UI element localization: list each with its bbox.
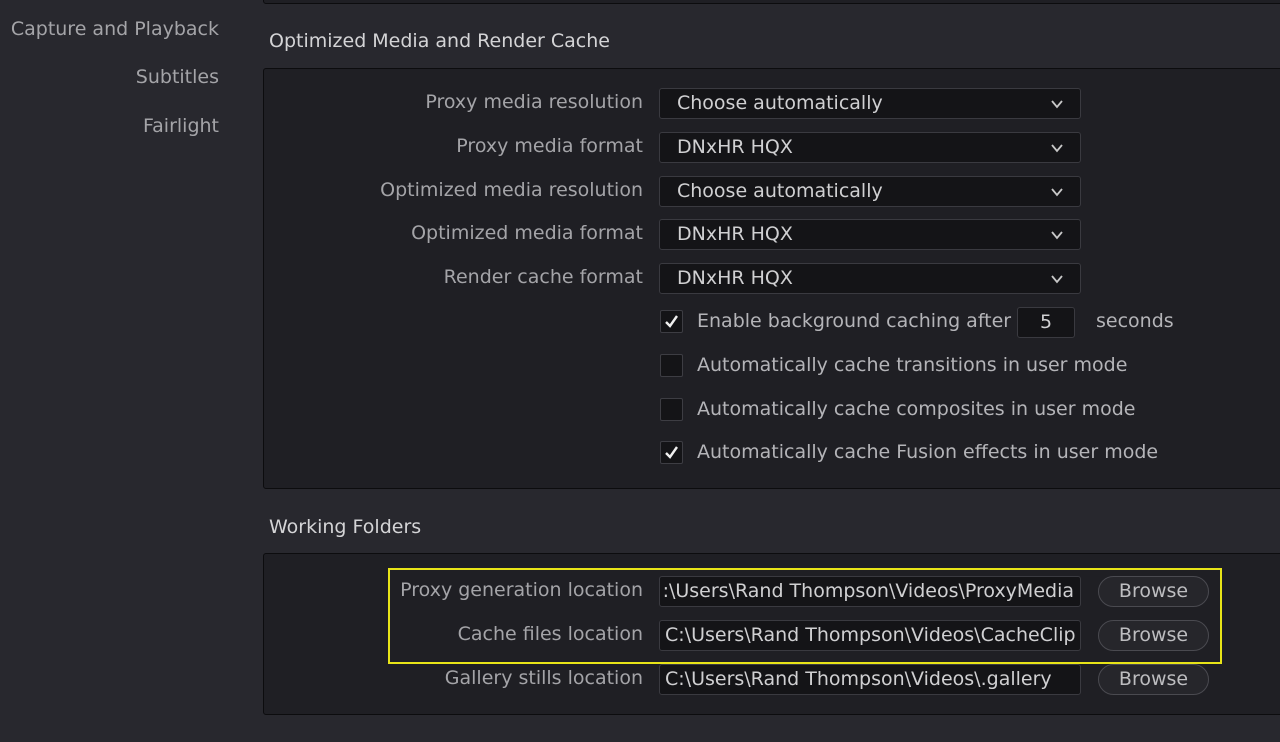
chevron-down-icon <box>1051 231 1063 240</box>
section-title-working-folders: Working Folders <box>269 516 422 538</box>
cache-transitions-label: Automatically cache transitions in user … <box>697 354 1128 376</box>
previous-panel-edge <box>263 0 1280 4</box>
checkmark-icon <box>665 315 678 328</box>
proxy-generation-location-field[interactable]: :\Users\Rand Thompson\Videos\ProxyMedia <box>659 576 1081 607</box>
render-cache-format-label: Render cache format <box>443 266 643 288</box>
gallery-stills-location-label: Gallery stills location <box>444 667 643 689</box>
chevron-down-icon <box>1051 144 1063 153</box>
dropdown-value: DNxHR HQX <box>677 267 793 289</box>
proxy-media-format-dropdown[interactable]: DNxHR HQX <box>659 132 1081 163</box>
dropdown-value: DNxHR HQX <box>677 223 793 245</box>
checkmark-icon <box>665 446 678 459</box>
sidebar-item-capture-and-playback[interactable]: Capture and Playback <box>11 18 219 40</box>
chevron-down-icon <box>1051 275 1063 284</box>
optimized-media-format-dropdown[interactable]: DNxHR HQX <box>659 219 1081 250</box>
proxy-media-resolution-dropdown[interactable]: Choose automatically <box>659 88 1081 119</box>
dropdown-value: Choose automatically <box>677 92 883 114</box>
path-value: C:\Users\Rand Thompson\Videos\.gallery <box>665 668 1052 690</box>
sidebar: Capture and Playback Subtitles Fairlight <box>0 0 230 742</box>
proxy-media-format-label: Proxy media format <box>456 135 643 157</box>
sidebar-item-subtitles[interactable]: Subtitles <box>136 66 219 88</box>
sidebar-item-fairlight[interactable]: Fairlight <box>143 115 219 137</box>
proxy-generation-location-label: Proxy generation location <box>400 579 643 601</box>
cache-fusion-effects-label: Automatically cache Fusion effects in us… <box>697 441 1159 463</box>
dropdown-value: Choose automatically <box>677 180 883 202</box>
gallery-stills-location-field[interactable]: C:\Users\Rand Thompson\Videos\.gallery <box>659 664 1081 695</box>
cache-files-location-label: Cache files location <box>457 623 643 645</box>
cache-composites-checkbox[interactable] <box>660 398 683 421</box>
path-value: :\Users\Rand Thompson\Videos\ProxyMedia <box>662 580 1074 602</box>
optimized-media-format-label: Optimized media format <box>411 222 643 244</box>
proxy-generation-browse-button[interactable]: Browse <box>1098 576 1209 607</box>
section-title-optimized-media: Optimized Media and Render Cache <box>269 30 610 52</box>
cache-transitions-checkbox[interactable] <box>660 354 683 377</box>
optimized-media-resolution-dropdown[interactable]: Choose automatically <box>659 176 1081 207</box>
background-caching-checkbox[interactable] <box>660 310 683 333</box>
render-cache-format-dropdown[interactable]: DNxHR HQX <box>659 263 1081 294</box>
background-caching-label: Enable background caching after <box>697 310 1012 332</box>
chevron-down-icon <box>1051 100 1063 109</box>
gallery-stills-browse-button[interactable]: Browse <box>1098 664 1209 695</box>
optimized-media-resolution-label: Optimized media resolution <box>380 179 643 201</box>
chevron-down-icon <box>1051 188 1063 197</box>
path-value: C:\Users\Rand Thompson\Videos\CacheClip <box>665 624 1076 646</box>
dropdown-value: DNxHR HQX <box>677 136 793 158</box>
cache-composites-label: Automatically cache composites in user m… <box>697 398 1136 420</box>
cache-fusion-effects-checkbox[interactable] <box>660 441 683 464</box>
proxy-media-resolution-label: Proxy media resolution <box>425 91 643 113</box>
seconds-unit-label: seconds <box>1096 310 1174 332</box>
cache-files-browse-button[interactable]: Browse <box>1098 620 1209 651</box>
background-caching-seconds-input[interactable]: 5 <box>1017 307 1075 338</box>
cache-files-location-field[interactable]: C:\Users\Rand Thompson\Videos\CacheClip <box>659 620 1081 651</box>
